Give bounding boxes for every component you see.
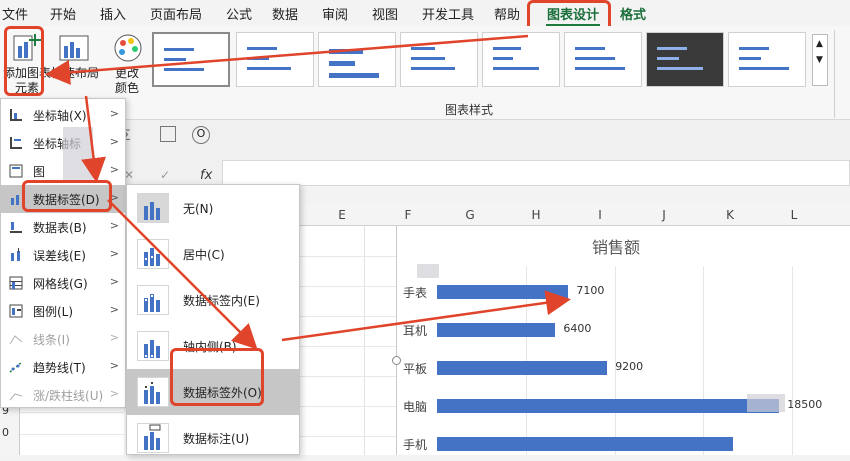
annotation-arrows: [45, 34, 571, 350]
arrow-button-to-menu: [81, 95, 106, 183]
arrow-submenu-to-chart: [281, 290, 571, 342]
arrow-tab-to-button: [45, 34, 529, 85]
arrow-menu-to-submenu: [107, 199, 258, 350]
